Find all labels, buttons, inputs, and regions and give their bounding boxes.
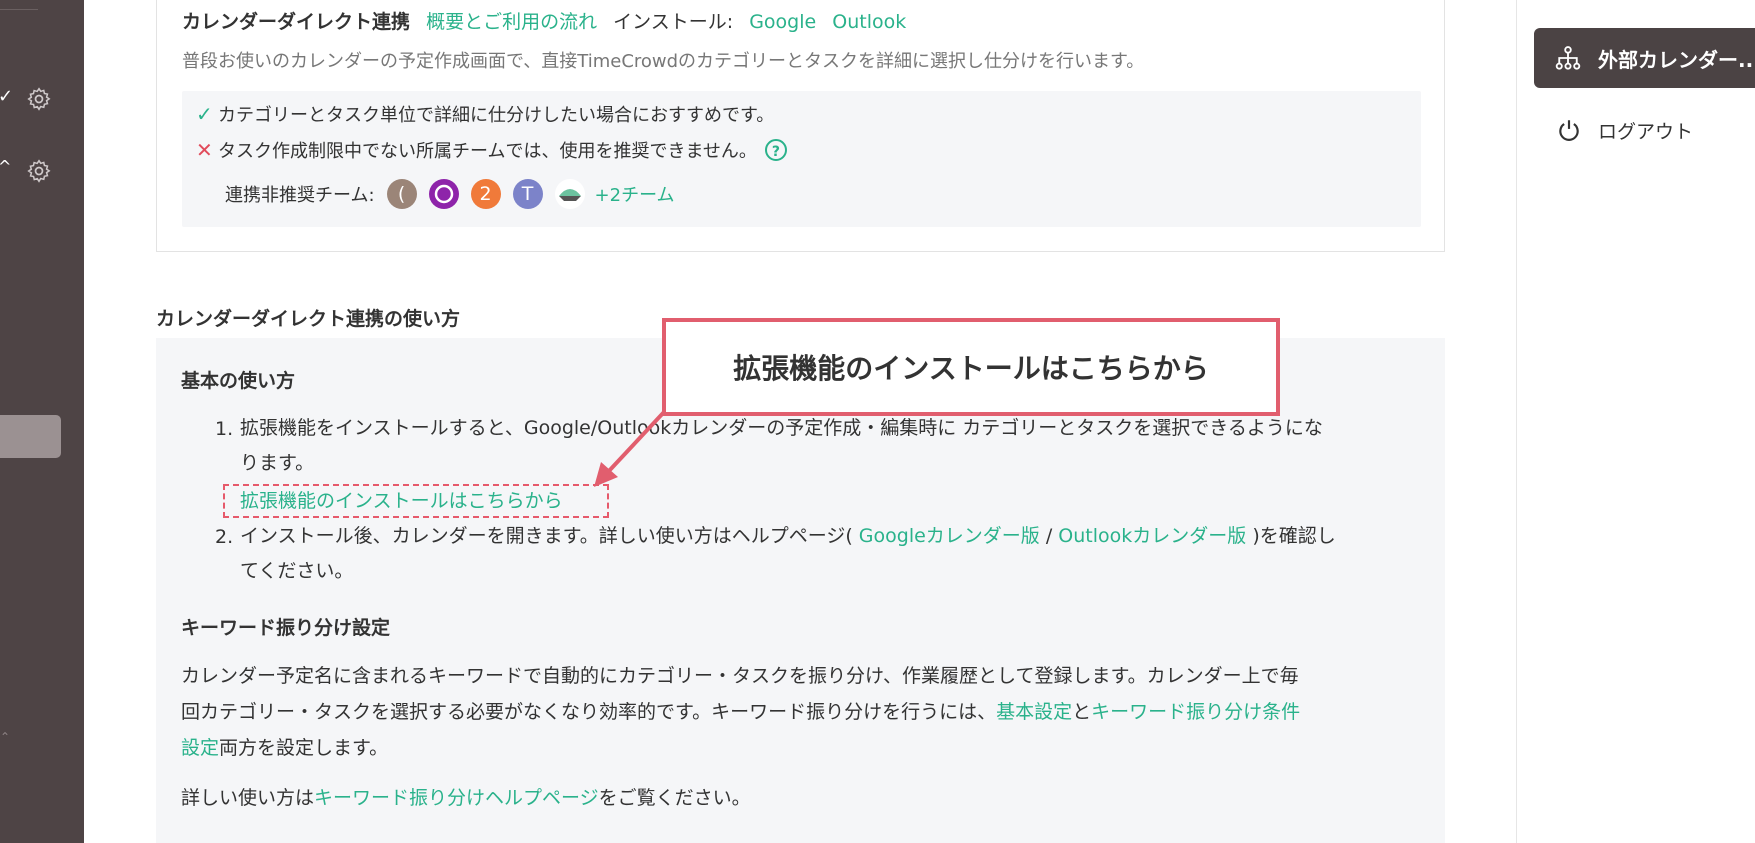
install-outlook-link[interactable]: Outlook (832, 11, 906, 33)
logout-label: ログアウト (1598, 120, 1694, 143)
keyword-conditions-link-cont[interactable]: 設定 (181, 737, 219, 759)
help-icon[interactable]: ? (764, 139, 787, 161)
step2-line2: てください。 (240, 560, 354, 582)
chevron-icon: ⌃ (0, 730, 11, 744)
keyword-heading: キーワード振り分け設定 (181, 617, 391, 639)
step2-pre: インストール後、カレンダーを開きます。詳しい使い方はヘルプページ( (240, 525, 859, 547)
check-icon[interactable]: ✓ (0, 86, 13, 107)
check-mark-icon: ✓ (196, 102, 213, 126)
card-heading-row: カレンダーダイレクト連携 概要とご利用の流れ インストール: Google Ou… (182, 7, 906, 34)
step-number: 1. (215, 418, 234, 440)
step1-line1: 拡張機能をインストールすると、Google/Outlookカレンダーの予定作成・… (240, 417, 1323, 439)
basic-settings-link[interactable]: 基本設定 (996, 701, 1072, 723)
right-panel: 外部カレンダー... ログアウト (1516, 0, 1755, 843)
more-teams-link[interactable]: +2チーム (595, 181, 675, 207)
cross-mark-icon: ✕ (196, 138, 213, 162)
overview-link[interactable]: 概要とご利用の流れ (426, 11, 597, 33)
team-avatar[interactable]: 2 (470, 179, 501, 209)
usage-heading: カレンダーダイレクト連携の使い方 (156, 308, 461, 330)
sidebar-divider (0, 9, 38, 10)
calendar-direct-card: カレンダーダイレクト連携 概要とご利用の流れ インストール: Google Ou… (156, 0, 1445, 252)
logout-menu-item[interactable]: ログアウト (1534, 106, 1754, 154)
team-label: 連携非推奨チーム: (225, 185, 375, 206)
sitemap-icon (1555, 46, 1581, 70)
detail-post: をご覧ください。 (598, 787, 751, 809)
step-number: 2. (215, 526, 234, 548)
detail-pre: 詳しい使い方は (181, 787, 315, 809)
ring-icon (434, 184, 453, 204)
basic-usage-heading: 基本の使い方 (181, 370, 296, 392)
outlook-help-link[interactable]: Outlookカレンダー版 (1058, 525, 1246, 547)
keyword-help-link[interactable]: キーワード振り分けヘルプページ (314, 787, 599, 809)
power-icon (1559, 120, 1579, 141)
step1-line2: ります。 (240, 452, 315, 474)
recommend-text: カテゴリーとタスク単位で詳細に仕分けしたい場合におすすめです。 (218, 105, 775, 126)
step1-text: 拡張機能をインストールすると、Google/Outlookカレンダーの予定作成・… (240, 411, 1323, 481)
not-recommended-line: ✕ タスク作成制限中でない所属チームでは、使用を推奨できません。 ? (196, 137, 787, 163)
team-avatar[interactable] (554, 179, 585, 209)
keyword-paragraph: カレンダー予定名に含まれるキーワードで自動的にカテゴリー・タスクを振り分け、作業… (181, 658, 1300, 766)
team-avatar[interactable] (428, 179, 459, 209)
card-title: カレンダーダイレクト連携 (182, 11, 411, 33)
step2-separator: / (1039, 525, 1059, 547)
gear-icon[interactable] (26, 86, 52, 112)
caret-up-icon[interactable]: ^ (0, 157, 11, 176)
keyword-line1: カレンダー予定名に含まれるキーワードで自動的にカテゴリー・タスクを振り分け、作業… (181, 665, 1299, 687)
install-extension-link[interactable]: 拡張機能のインストールはこちらから (240, 484, 563, 518)
google-help-link[interactable]: Googleカレンダー版 (859, 525, 1040, 547)
team-logo-icon (558, 189, 581, 201)
step2-post: )を確認し (1246, 525, 1336, 547)
external-calendar-menu-item[interactable]: 外部カレンダー... (1534, 28, 1755, 88)
non-recommended-teams: 連携非推奨チーム: ( 2 T +2チーム (225, 179, 675, 209)
callout-text: 拡張機能のインストールはこちらから (733, 352, 1209, 385)
external-calendar-label: 外部カレンダー... (1598, 47, 1755, 72)
callout-box: 拡張機能のインストールはこちらから (662, 318, 1280, 416)
install-label: インストール: (613, 11, 734, 33)
step2-text: インストール後、カレンダーを開きます。詳しい使い方はヘルプページ( Google… (240, 519, 1336, 589)
left-sidebar: ✓ ^ ⌃ (0, 0, 84, 843)
detail-paragraph: 詳しい使い方はキーワード振り分けヘルプページをご覧ください。 (181, 780, 751, 816)
team-avatar[interactable]: ( (386, 179, 417, 209)
keyword-line3-post: 両方を設定します。 (219, 737, 389, 759)
card-description: 普段お使いのカレンダーの予定作成画面で、直接TimeCrowdのカテゴリーとタス… (182, 51, 1145, 72)
team-avatar[interactable]: T (512, 179, 543, 209)
recommend-line: ✓ カテゴリーとタスク単位で詳細に仕分けしたい場合におすすめです。 (196, 101, 774, 127)
keyword-line2-pre: 回カテゴリー・タスクを選択する必要がなくなり効率的です。キーワード振り分けを行う… (181, 701, 997, 723)
not-recommended-text: タスク作成制限中でない所属チームでは、使用を推奨できません。 (218, 141, 757, 162)
sidebar-active-item[interactable] (0, 415, 61, 458)
keyword-conditions-link[interactable]: キーワード振り分け条件 (1091, 701, 1300, 723)
recommendation-box: ✓ カテゴリーとタスク単位で詳細に仕分けしたい場合におすすめです。 ✕ タスク作… (182, 91, 1421, 227)
gear-icon[interactable] (26, 158, 52, 184)
and-text: と (1072, 701, 1092, 723)
install-google-link[interactable]: Google (749, 11, 816, 33)
